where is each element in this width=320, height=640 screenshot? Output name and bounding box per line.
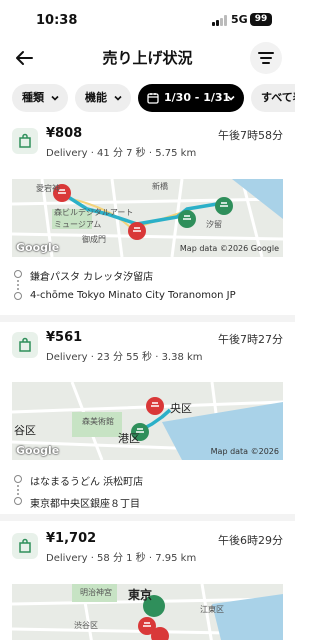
map-pin-icon xyxy=(128,222,146,240)
pickup-address: はなまるうどん 浜松町店 xyxy=(30,477,144,488)
trip-meta: Delivery · 23 分 55 秒 · 3.38 km xyxy=(46,352,203,363)
map-attribution: Map data ©2026 xyxy=(210,447,279,456)
filter-chips: 種類 機能 1/30 - 1/31 すべて表 xyxy=(0,84,295,116)
map-attribution: Map data ©2026 Google xyxy=(179,244,279,253)
map-label: ミュージアム xyxy=(54,220,102,229)
trip-card[interactable]: ¥808 午後7時58分 Delivery · 41 分 7 秒 · 5.75 … xyxy=(0,124,295,314)
map-label: 森美術館 xyxy=(82,417,114,426)
trip-map: 明治神宮 東京 江東区 渋谷区 xyxy=(12,584,283,640)
card-divider xyxy=(0,514,295,521)
chip-date-range[interactable]: 1/30 - 1/31 xyxy=(138,84,244,112)
map-label: 谷区 xyxy=(14,424,36,437)
trip-map: 愛宕神 新橋 森ビルデジタルアート ミュージアム 御成門 汐留 Google M… xyxy=(12,179,283,257)
pickup-address: 鎌倉パスタ カレッタ汐留店 xyxy=(30,272,154,283)
trip-meta: Delivery · 58 分 1 秒 · 7.95 km xyxy=(46,553,197,564)
trip-fare: ¥808 xyxy=(46,126,83,141)
network-type: 5G xyxy=(231,13,248,26)
chip-date-range-label: 1/30 - 1/31 xyxy=(164,91,231,104)
status-bar: 10:38 5G 99 xyxy=(0,0,295,38)
route-connector xyxy=(17,485,19,495)
map-label: 愛宕神 xyxy=(36,184,60,193)
signal-icon xyxy=(212,15,228,26)
map-label: 汐留 xyxy=(206,220,222,229)
calendar-icon xyxy=(147,93,159,104)
chip-function[interactable]: 機能 xyxy=(75,84,131,112)
status-time: 10:38 xyxy=(36,13,78,28)
route-connector xyxy=(17,280,19,290)
trip-time: 午後7時58分 xyxy=(218,129,283,142)
battery-icon: 99 xyxy=(250,13,272,26)
map-label: 江東区 xyxy=(200,605,224,614)
map-label: 渋谷区 xyxy=(74,621,98,630)
pickup-pin-icon xyxy=(14,475,22,483)
chip-function-label: 機能 xyxy=(85,91,107,104)
dropoff-address: 東京都中央区銀座８丁目 xyxy=(30,499,140,510)
trip-card[interactable]: ¥1,702 午後6時29分 Delivery · 58 分 1 秒 · 7.9… xyxy=(0,529,295,640)
trip-map: 央区 森美術館 港区 谷区 Google Map data ©2026 xyxy=(12,382,283,460)
bag-icon xyxy=(12,533,38,559)
dropoff-pin-icon xyxy=(14,292,22,300)
map-pin-icon xyxy=(215,197,233,215)
chip-type-label: 種類 xyxy=(22,91,44,104)
chip-all-label: すべて表 xyxy=(261,91,295,104)
google-logo: Google xyxy=(16,241,60,254)
map-label: 明治神宮 xyxy=(80,588,112,597)
dropoff-pin-icon xyxy=(14,497,22,505)
card-divider xyxy=(0,315,295,322)
map-label: 央区 xyxy=(170,402,192,415)
trip-meta: Delivery · 41 分 7 秒 · 5.75 km xyxy=(46,148,197,159)
bag-icon xyxy=(12,332,38,358)
filter-icon xyxy=(258,52,274,64)
chip-all[interactable]: すべて表 xyxy=(251,84,295,112)
map-pin-icon xyxy=(178,210,196,228)
trip-card[interactable]: ¥561 午後7時27分 Delivery · 23 分 55 秒 · 3.38… xyxy=(0,328,295,513)
pickup-pin-icon xyxy=(14,270,22,278)
trip-fare: ¥1,702 xyxy=(46,531,97,546)
map-label: 森ビルデジタルアート xyxy=(54,208,134,217)
chevron-down-icon xyxy=(51,95,59,101)
chevron-down-icon xyxy=(227,95,235,101)
chip-type[interactable]: 種類 xyxy=(12,84,68,112)
map-label: 新橋 xyxy=(152,182,168,191)
map-label: 東京 xyxy=(128,588,153,602)
trip-time: 午後6時29分 xyxy=(218,534,283,547)
map-label: 御成門 xyxy=(82,235,106,244)
chevron-down-icon xyxy=(114,95,122,101)
filter-button[interactable] xyxy=(250,42,282,74)
dropoff-address: 4-chōme Tokyo Minato City Toranomon JP xyxy=(30,290,236,301)
map-pin-icon xyxy=(146,397,164,415)
trip-time: 午後7時27分 xyxy=(218,333,283,346)
google-logo: Google xyxy=(16,444,60,457)
map-label: 港区 xyxy=(118,432,140,445)
app-header: 売り上げ状況 xyxy=(0,38,295,78)
trip-fare: ¥561 xyxy=(46,330,83,345)
bag-icon xyxy=(12,128,38,154)
